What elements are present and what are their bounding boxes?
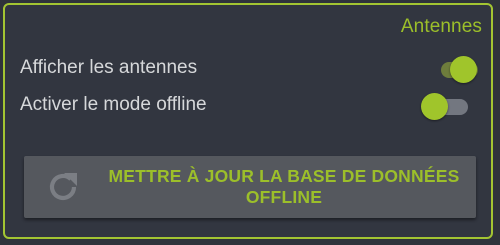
update-button-label-line1: METTRE À JOUR LA BASE DE DONNÉES: [108, 166, 460, 186]
setting-row-offline-mode: Activer le mode offline: [20, 91, 480, 121]
section-title: Antennes: [400, 16, 482, 37]
antennes-settings-panel: Antennes Afficher les antennes Activer l…: [3, 3, 493, 239]
toggle-knob: [421, 93, 448, 120]
toggle-knob: [450, 56, 477, 83]
refresh-icon: [49, 173, 77, 201]
setting-row-show-antennas: Afficher les antennes: [20, 54, 480, 84]
update-button-label: METTRE À JOUR LA BASE DE DONNÉES OFFLINE: [92, 166, 476, 208]
offline-mode-toggle[interactable]: [421, 91, 469, 121]
setting-label-show-antennas: Afficher les antennes: [20, 57, 198, 78]
setting-label-offline-mode: Activer le mode offline: [20, 94, 207, 115]
update-button-label-line2: OFFLINE: [245, 187, 323, 207]
show-antennas-toggle[interactable]: [431, 54, 479, 84]
update-offline-database-button[interactable]: METTRE À JOUR LA BASE DE DONNÉES OFFLINE: [24, 156, 476, 218]
